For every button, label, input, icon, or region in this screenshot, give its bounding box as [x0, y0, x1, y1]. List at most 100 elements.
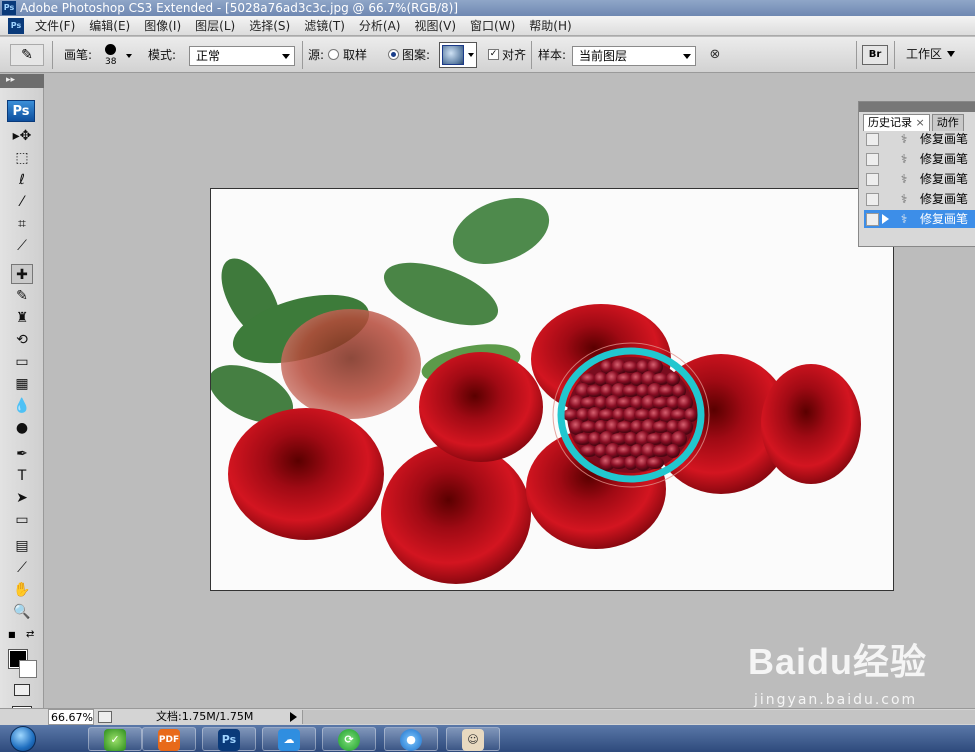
history-snapshot-checkbox[interactable]: [866, 193, 879, 206]
menu-select[interactable]: 选择(S): [242, 16, 297, 36]
rose: [228, 408, 384, 540]
history-snapshot-checkbox[interactable]: [866, 213, 879, 226]
zoom-tool[interactable]: 🔍: [11, 602, 33, 622]
history-item[interactable]: ⚕ 修复画笔: [864, 150, 975, 168]
menu-help[interactable]: 帮助(H): [522, 16, 578, 36]
history-snapshot-checkbox[interactable]: [866, 173, 879, 186]
menu-edit[interactable]: 编辑(E): [82, 16, 137, 36]
sampled-radio[interactable]: [328, 49, 339, 60]
photoshop-icon: Ps: [218, 729, 240, 751]
chevron-down-icon: [126, 54, 132, 58]
toolbox-grip[interactable]: ▸▸: [0, 74, 44, 88]
menu-view[interactable]: 视图(V): [407, 16, 463, 36]
notes-tool[interactable]: ▤: [11, 536, 33, 556]
close-icon[interactable]: ×: [916, 116, 925, 129]
status-menu-icon[interactable]: [98, 711, 112, 723]
pattern-picker[interactable]: [439, 42, 477, 68]
blur-tool[interactable]: 💧: [11, 396, 33, 416]
background-color-swatch[interactable]: [19, 660, 37, 678]
baidu-watermark: Baidu经验 jingyan.baidu.com: [748, 640, 968, 725]
chevron-down-icon: [683, 54, 691, 59]
taskbar-app[interactable]: ⟳: [322, 727, 376, 751]
history-item-selected[interactable]: ⚕ 修复画笔: [864, 210, 975, 228]
taskbar-app[interactable]: ☁: [262, 727, 316, 751]
brush-tool[interactable]: ✎: [11, 286, 33, 306]
default-colors-icon[interactable]: ■: [8, 630, 18, 640]
tab-history[interactable]: 历史记录 ×: [863, 114, 930, 131]
panel-grip[interactable]: [859, 102, 975, 112]
pattern-label: 图案:: [402, 48, 431, 62]
slice-tool[interactable]: ⟋: [11, 236, 33, 256]
document-canvas[interactable]: [210, 188, 894, 591]
path-selection-tool[interactable]: ➤: [11, 488, 33, 508]
taskbar-app[interactable]: ☺: [446, 727, 500, 751]
history-item[interactable]: ⚕ 修复画笔: [864, 190, 975, 208]
user-avatar-icon: ☺: [462, 729, 484, 751]
eyedropper-tool[interactable]: ⟋: [11, 558, 33, 578]
lasso-tool[interactable]: ℓ: [11, 170, 33, 190]
marquee-tool[interactable]: ⬚: [11, 148, 33, 168]
sample-label: 样本:: [538, 48, 567, 62]
healing-brush-tool[interactable]: ✚: [11, 264, 33, 284]
workspace-button[interactable]: 工作区: [902, 46, 966, 64]
document-icon[interactable]: Ps: [8, 17, 24, 34]
type-tool[interactable]: T: [11, 466, 33, 486]
shape-tool[interactable]: ▭: [11, 510, 33, 530]
history-item[interactable]: ⚕ 修复画笔: [864, 170, 975, 188]
taskbar-app[interactable]: ●: [384, 727, 438, 751]
separator: [302, 41, 303, 69]
dodge-tool[interactable]: ●: [11, 418, 33, 438]
clone-stamp-tool[interactable]: ♜: [11, 308, 33, 328]
ignore-adjustment-layers-icon[interactable]: ⊗: [706, 47, 724, 63]
history-snapshot-checkbox[interactable]: [866, 153, 879, 166]
tab-actions[interactable]: 动作: [931, 114, 964, 131]
history-panel: 历史记录 × 动作 ⚕ 修复画笔 ⚕ 修复画笔 ⚕ 修复画笔 ⚕ 修复画笔 ⚕ …: [858, 101, 975, 247]
menu-file[interactable]: 文件(F): [28, 16, 82, 36]
hand-tool[interactable]: ✋: [11, 580, 33, 600]
history-item-label: 修复画笔: [920, 152, 969, 166]
pen-tool[interactable]: ✒: [11, 444, 33, 464]
healing-brush-icon: ⚕: [900, 192, 908, 206]
menu-image[interactable]: 图像(I): [137, 16, 188, 36]
gradient-tool[interactable]: ▦: [11, 374, 33, 394]
history-item[interactable]: ⚕ 修复画笔: [864, 130, 975, 148]
magic-wand-tool[interactable]: ⁄: [11, 192, 33, 212]
brush-picker[interactable]: 38: [100, 41, 134, 69]
window-title-bar: Ps Adobe Photoshop CS3 Extended - [5028a…: [0, 0, 975, 16]
history-brush-tool[interactable]: ⟲: [11, 330, 33, 350]
menu-window[interactable]: 窗口(W): [463, 16, 522, 36]
menu-filter[interactable]: 滤镜(T): [297, 16, 352, 36]
separator: [894, 41, 895, 69]
pattern-radio[interactable]: [388, 49, 399, 60]
move-tool[interactable]: ▸✥: [11, 126, 33, 146]
healing-brush-preset-icon[interactable]: ✎: [10, 44, 44, 66]
photoshop-app-icon: Ps: [2, 1, 16, 15]
pdf-icon: PDF: [158, 729, 180, 751]
mode-label: 模式:: [148, 48, 177, 62]
bridge-icon[interactable]: Br: [862, 45, 888, 65]
windows-logo-icon: [10, 726, 36, 752]
taskbar-app[interactable]: Ps: [202, 727, 256, 751]
mode-select[interactable]: 正常: [189, 46, 295, 66]
quick-mask-icon[interactable]: [14, 684, 30, 696]
tab-actions-label: 动作: [936, 116, 959, 129]
aligned-label: 对齐: [502, 48, 527, 62]
sample-select[interactable]: 当前图层: [572, 46, 696, 66]
eraser-tool[interactable]: ▭: [11, 352, 33, 372]
refresh-icon: ⟳: [338, 729, 360, 751]
menu-analysis[interactable]: 分析(A): [352, 16, 408, 36]
workspace-label: 工作区: [906, 47, 943, 61]
history-snapshot-checkbox[interactable]: [866, 133, 879, 146]
healing-brush-icon: ⚕: [900, 132, 908, 146]
swap-colors-icon[interactable]: ⇄: [26, 630, 36, 640]
zoom-level[interactable]: 66.67%: [48, 709, 94, 725]
taskbar-app[interactable]: PDF: [142, 727, 196, 751]
status-play-icon[interactable]: [290, 712, 297, 722]
aligned-checkbox[interactable]: ✓: [488, 49, 499, 60]
taskbar-app[interactable]: ✓: [88, 727, 142, 751]
start-button[interactable]: [2, 725, 50, 752]
expand-icon[interactable]: ▸▸: [6, 75, 15, 85]
crop-tool[interactable]: ⌗: [11, 214, 33, 234]
menu-layer[interactable]: 图层(L): [188, 16, 242, 36]
photoshop-logo[interactable]: Ps: [7, 100, 35, 122]
